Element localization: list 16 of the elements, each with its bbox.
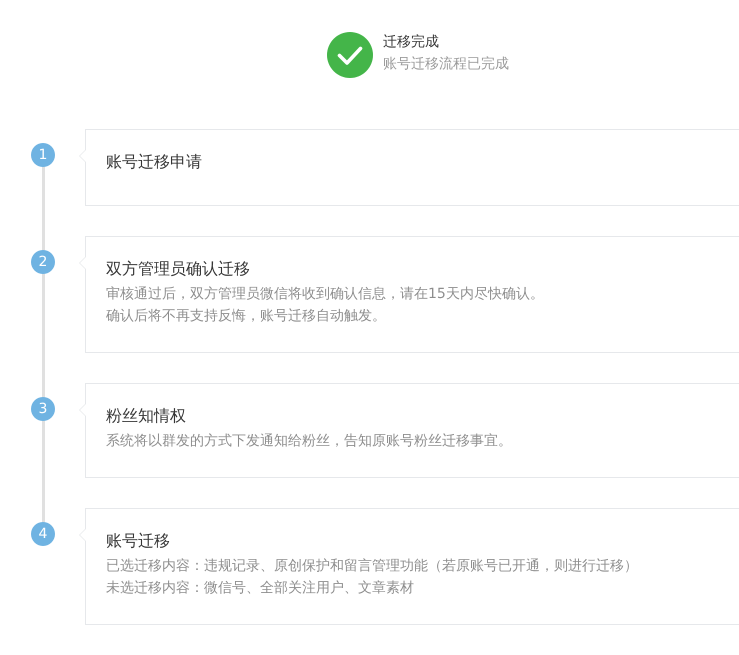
step-title: 粉丝知情权 bbox=[106, 405, 187, 427]
step-number: 1 bbox=[31, 143, 55, 167]
step-title: 账号迁移 bbox=[106, 530, 171, 552]
check-circle-icon bbox=[327, 32, 373, 78]
step-description: 系统将以群发的方式下发通知给粉丝，告知原账号粉丝迁移事宜。 bbox=[106, 432, 513, 451]
step-number: 4 bbox=[31, 522, 55, 546]
step-description: 确认后将不再支持反悔，账号迁移自动触发。 bbox=[106, 307, 387, 326]
status-subtitle: 账号迁移流程已完成 bbox=[383, 55, 509, 74]
step-title: 账号迁移申请 bbox=[106, 151, 203, 173]
step-description: 已选迁移内容：违规记录、原创保护和留言管理功能（若原账号已开通，则进行迁移） bbox=[106, 557, 639, 576]
step-number: 3 bbox=[31, 397, 55, 421]
step-title: 双方管理员确认迁移 bbox=[106, 258, 251, 280]
status-title: 迁移完成 bbox=[383, 33, 440, 52]
step-number: 2 bbox=[31, 250, 55, 274]
step-description: 审核通过后，双方管理员微信将收到确认信息，请在15天内尽快确认。 bbox=[106, 285, 545, 304]
step-description: 未选迁移内容：微信号、全部关注用户、文章素材 bbox=[106, 579, 415, 598]
